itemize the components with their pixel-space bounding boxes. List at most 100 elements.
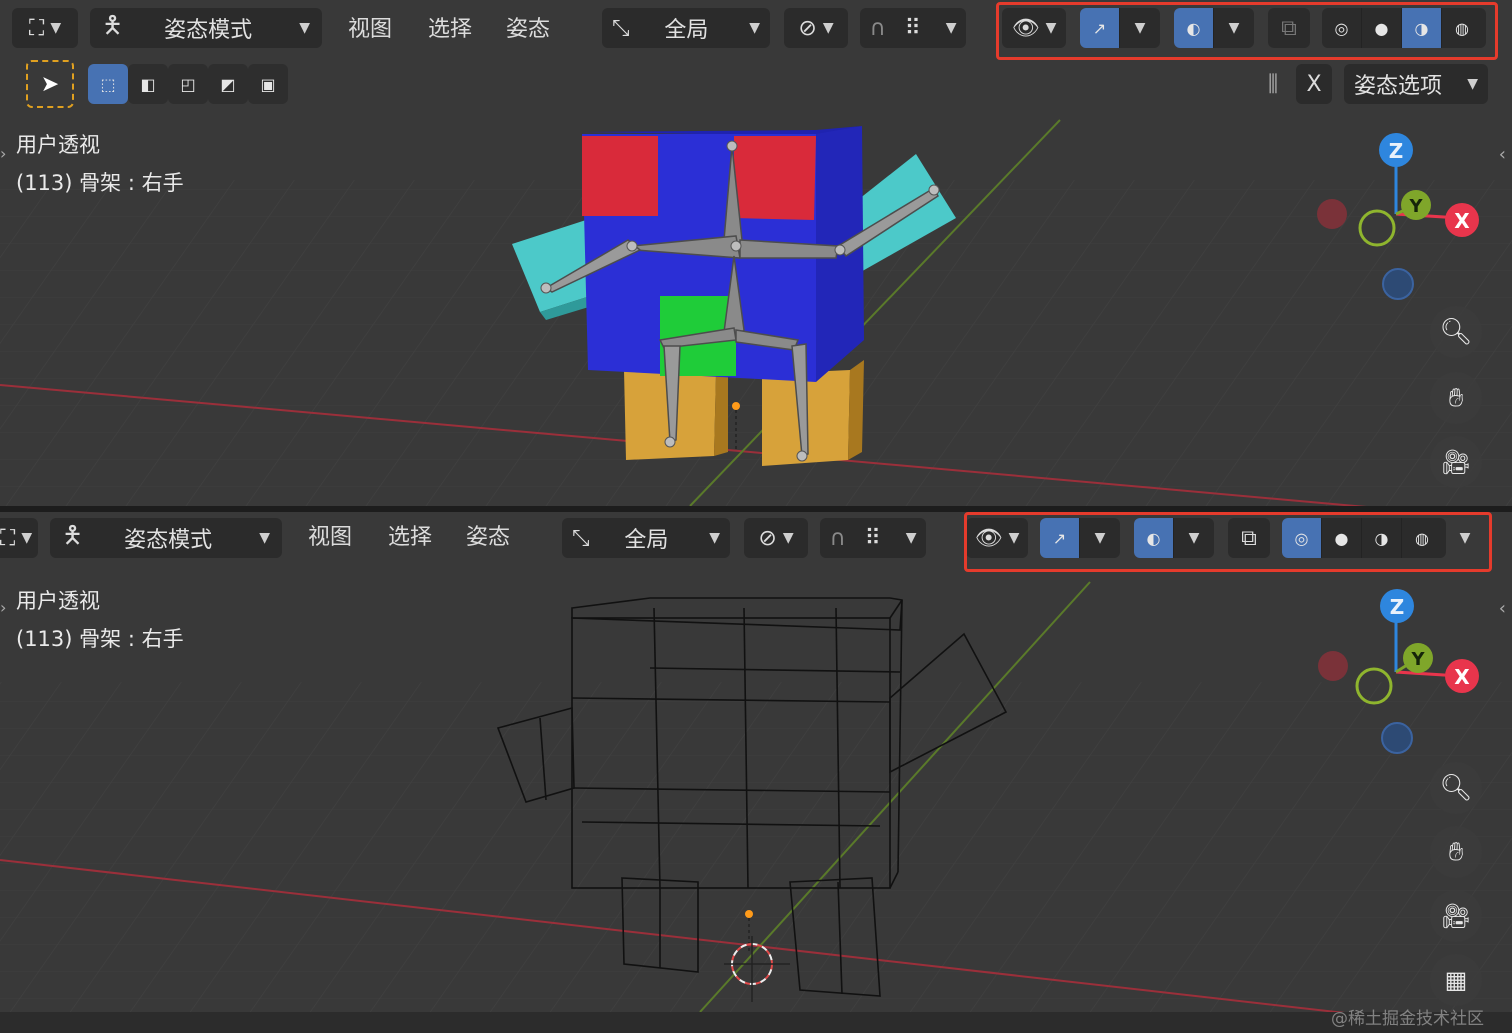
right-collapse-arrow[interactable]: ‹: [1499, 598, 1506, 619]
menu-pose[interactable]: 姿态: [506, 10, 550, 50]
camera-icon: 🎥︎: [1440, 448, 1472, 476]
gizmo-toggle[interactable]: ↗: [1080, 8, 1120, 48]
editor-type-button[interactable]: ⛶ ▼: [0, 518, 38, 558]
material-shading-button[interactable]: ◑: [1402, 8, 1442, 48]
gizmo-dropdown[interactable]: ▼: [1120, 8, 1160, 48]
overlay-toggle-group[interactable]: ◐ ▼: [1174, 8, 1254, 48]
visibility-icon: 👁: [974, 525, 1003, 551]
zoom-icon: 🔍︎: [1439, 773, 1473, 803]
gizmo-x-label: X: [1454, 665, 1470, 689]
camera-button[interactable]: 🎥︎: [1430, 890, 1482, 942]
mirror-icon-button[interactable]: ⫼: [1254, 64, 1292, 104]
shading-options-dropdown[interactable]: ▼: [1450, 518, 1480, 558]
wireframe-shading-button[interactable]: ◎: [1282, 518, 1322, 558]
extend-mode[interactable]: ◧: [128, 64, 168, 104]
wireframe-shading-icon: ◎: [1334, 18, 1349, 38]
wireframe-shading-button[interactable]: ◎: [1322, 8, 1362, 48]
gizmo-z-label: Z: [1390, 595, 1405, 619]
menu-select[interactable]: 选择: [388, 518, 432, 558]
overlay-toggle[interactable]: ◐: [1134, 518, 1174, 558]
camera-icon: 🎥︎: [1440, 902, 1472, 930]
gizmo-dropdown[interactable]: ▼: [1080, 518, 1120, 558]
menu-view[interactable]: 视图: [308, 518, 352, 558]
solid-shading-button[interactable]: ●: [1322, 518, 1362, 558]
pose-mode-icon: 🯅: [62, 520, 84, 549]
subtract-icon: ◰: [180, 74, 196, 94]
pose-options-label: 姿态选项: [1354, 74, 1443, 99]
menu-view[interactable]: 视图: [348, 10, 392, 50]
snap-group[interactable]: ∩ ⠿ ▼: [820, 518, 926, 558]
visibility-dropdown[interactable]: 👁 ▼: [966, 518, 1028, 558]
pose-mode-icon: 🯅: [102, 10, 124, 39]
object-info: (113) 骨架 : 右手: [16, 171, 184, 195]
menu-pose[interactable]: 姿态: [466, 518, 510, 558]
mode-label: 姿态模式: [164, 18, 253, 43]
watermark: @稀土掘金技术社区: [1331, 1009, 1484, 1029]
left-collapse-arrow[interactable]: ›: [0, 598, 6, 617]
snap-group[interactable]: ∩ ⠿ ▼: [860, 8, 966, 48]
rendered-shading-icon: ◍: [1415, 528, 1429, 548]
pose-options-dropdown[interactable]: 姿态选项 ▼: [1344, 64, 1488, 104]
mode-dropdown[interactable]: 🯅 姿态模式 ▼: [90, 8, 322, 48]
visibility-dropdown[interactable]: 👁 ▼: [1002, 8, 1066, 48]
origin-point: [732, 402, 740, 410]
grid-icon: ▦: [1444, 966, 1468, 994]
camera-button[interactable]: 🎥︎: [1430, 436, 1482, 488]
mirror-x-toggle[interactable]: X: [1296, 64, 1332, 104]
mirror-icon: ⫼: [1267, 71, 1279, 97]
pivot-dropdown[interactable]: ⊘ ▼: [784, 8, 848, 48]
overlay-dropdown[interactable]: ▼: [1214, 8, 1254, 48]
xray-toggle[interactable]: ⧉: [1268, 8, 1310, 48]
orientation-icon: ⤡: [572, 525, 590, 551]
invert-mode[interactable]: ◩: [208, 64, 248, 104]
gizmo-toggle-group[interactable]: ↗ ▼: [1080, 8, 1160, 48]
material-shading-icon: ◑: [1414, 18, 1429, 38]
viewport-top[interactable]: Z Y X 用户透视 (113) 骨架 : 右手 › ‹ ⛶ ▼ 🯅 姿态模式 ▼…: [0, 0, 1512, 506]
menu-select[interactable]: 选择: [428, 10, 472, 50]
overlay-toggle[interactable]: ◐: [1174, 8, 1214, 48]
orientation-dropdown[interactable]: ⤡ 全局 ▼: [602, 8, 770, 48]
gizmo-toggle-group[interactable]: ↗ ▼: [1040, 518, 1120, 558]
right-collapse-arrow[interactable]: ‹: [1499, 144, 1506, 165]
intersect-mode[interactable]: ▣: [248, 64, 288, 104]
orientation-dropdown[interactable]: ⤡ 全局 ▼: [562, 518, 730, 558]
viewport-bottom-canvas[interactable]: Z Y X: [0, 512, 1512, 1012]
pan-button[interactable]: ✋︎: [1430, 372, 1482, 424]
overlay-dropdown[interactable]: ▼: [1174, 518, 1214, 558]
editor-type-button[interactable]: ⛶ ▼: [12, 8, 78, 48]
rendered-shading-button[interactable]: ◍: [1402, 518, 1442, 558]
mode-dropdown[interactable]: 🯅 姿态模式 ▼: [50, 518, 282, 558]
grid-toggle-button[interactable]: ▦: [1430, 954, 1482, 1006]
solid-shading-button[interactable]: ●: [1362, 8, 1402, 48]
gizmo-y-label: Y: [1410, 649, 1425, 670]
origin-point: [745, 910, 753, 918]
xray-icon: ⧉: [1241, 525, 1257, 551]
gizmo-z-label: Z: [1389, 139, 1404, 163]
left-collapse-arrow[interactable]: ›: [0, 144, 6, 163]
editor-type-icon: ⛶: [0, 525, 16, 551]
subtract-mode[interactable]: ◰: [168, 64, 208, 104]
zoom-icon: 🔍︎: [1439, 317, 1473, 347]
view-name: 用户透视: [16, 133, 100, 157]
pivot-icon: ⊘: [798, 15, 817, 41]
zoom-button[interactable]: 🔍︎: [1430, 762, 1482, 814]
solid-shading-icon: ●: [1334, 528, 1349, 548]
overlay-icon: ◐: [1186, 18, 1201, 38]
editor-type-icon: ⛶: [28, 15, 45, 41]
xray-toggle[interactable]: ⧉: [1228, 518, 1270, 558]
viewport-info: 用户透视 (113) 骨架 : 右手: [16, 126, 184, 202]
overlay-toggle-group[interactable]: ◐ ▼: [1134, 518, 1214, 558]
zoom-button[interactable]: 🔍︎: [1430, 306, 1482, 358]
viewport-bottom[interactable]: Z Y X 用户透视 (113) 骨架 : 右手 › ‹ ⛶ ▼ 🯅 姿态模式 ▼…: [0, 512, 1512, 1012]
orientation-label: 全局: [624, 528, 669, 553]
shading-mode-group[interactable]: ◎ ● ◑ ◍: [1282, 518, 1446, 558]
pan-button[interactable]: ✋︎: [1430, 826, 1482, 878]
visibility-icon: 👁: [1011, 15, 1040, 41]
gizmo-toggle[interactable]: ↗: [1040, 518, 1080, 558]
pivot-dropdown[interactable]: ⊘ ▼: [744, 518, 808, 558]
shading-mode-group[interactable]: ◎ ● ◑ ◍: [1322, 8, 1486, 48]
box-select-mode[interactable]: ⬚: [88, 64, 128, 104]
rendered-shading-button[interactable]: ◍: [1442, 8, 1482, 48]
select-tool[interactable]: ➤: [26, 60, 74, 108]
material-shading-button[interactable]: ◑: [1362, 518, 1402, 558]
